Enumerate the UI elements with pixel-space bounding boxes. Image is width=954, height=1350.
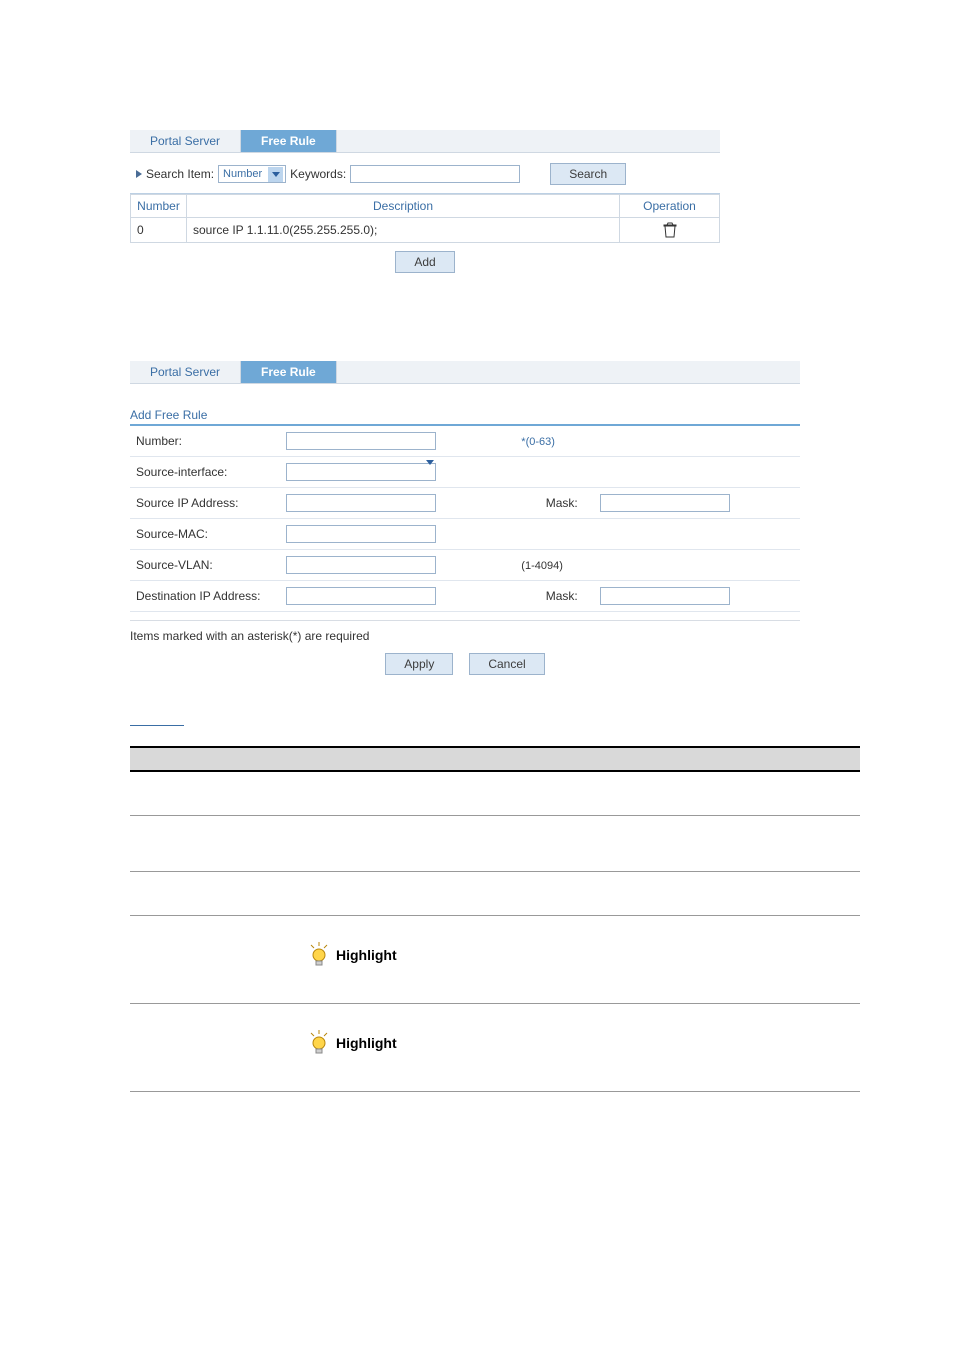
tab-portal-server[interactable]: Portal Server bbox=[130, 361, 241, 383]
description-table: Highlight Highlight bbox=[130, 746, 860, 1092]
button-row: Apply Cancel bbox=[130, 653, 800, 675]
tab-free-rule[interactable]: Free Rule bbox=[241, 361, 337, 383]
table-row bbox=[130, 871, 860, 915]
lightbulb-icon bbox=[308, 942, 330, 968]
source-ip-label: Source IP Address: bbox=[130, 488, 280, 519]
short-rule bbox=[130, 725, 184, 726]
free-rule-list-panel: Portal Server Free Rule Search Item: Num… bbox=[130, 130, 720, 281]
add-free-rule-panel: Portal Server Free Rule Add Free Rule Nu… bbox=[130, 361, 800, 675]
source-interface-label: Source-interface: bbox=[130, 457, 280, 488]
number-label: Number: bbox=[130, 426, 280, 457]
tabs: Portal Server Free Rule bbox=[130, 130, 720, 153]
col-number[interactable]: Number bbox=[131, 195, 187, 218]
cancel-button[interactable]: Cancel bbox=[469, 653, 544, 675]
col-b bbox=[290, 747, 860, 771]
table-header bbox=[130, 747, 860, 771]
destination-ip-mask-input[interactable] bbox=[600, 587, 730, 605]
table-row bbox=[130, 815, 860, 871]
required-note: Items marked with an asterisk(*) are req… bbox=[130, 629, 800, 643]
chevron-down-icon bbox=[426, 465, 434, 479]
source-vlan-label: Source-VLAN: bbox=[130, 550, 280, 581]
source-mac-label: Source-MAC: bbox=[130, 519, 280, 550]
col-description[interactable]: Description bbox=[187, 195, 620, 218]
form-rule bbox=[130, 620, 800, 621]
table-row: Highlight bbox=[130, 915, 860, 1003]
table-header: Number Description Operation bbox=[131, 195, 720, 218]
source-ip-mask-input[interactable] bbox=[600, 494, 730, 512]
chevron-down-icon bbox=[268, 167, 283, 182]
tabs: Portal Server Free Rule bbox=[130, 361, 800, 384]
apply-button[interactable]: Apply bbox=[385, 653, 453, 675]
keywords-input[interactable] bbox=[350, 165, 520, 183]
number-hint: *(0-63) bbox=[521, 436, 555, 448]
destination-ip-label: Destination IP Address: bbox=[130, 581, 280, 612]
search-item-selected: Number bbox=[223, 168, 268, 180]
delete-icon[interactable] bbox=[626, 222, 713, 238]
source-ip-mask-label: Mask: bbox=[546, 496, 578, 510]
free-rule-table: Number Description Operation 0 source IP… bbox=[130, 194, 720, 243]
source-ip-input[interactable] bbox=[286, 494, 436, 512]
source-vlan-input[interactable] bbox=[286, 556, 436, 574]
source-interface-select[interactable] bbox=[286, 463, 436, 481]
number-input[interactable] bbox=[286, 432, 436, 450]
source-mac-input[interactable] bbox=[286, 525, 436, 543]
table-row bbox=[130, 771, 860, 815]
highlight-block: Highlight bbox=[302, 926, 848, 968]
source-vlan-hint: (1-4094) bbox=[521, 560, 563, 572]
lightbulb-icon bbox=[308, 1030, 330, 1056]
cell-number: 0 bbox=[131, 218, 187, 243]
free-rule-form: Number: *(0-63) Source-interface: Source… bbox=[130, 426, 800, 612]
search-bar: Search Item: Number Keywords: Search bbox=[130, 153, 720, 194]
search-item-select[interactable]: Number bbox=[218, 165, 286, 183]
cell-operation bbox=[620, 218, 720, 243]
col-operation[interactable]: Operation bbox=[620, 195, 720, 218]
keywords-label: Keywords: bbox=[290, 167, 346, 181]
add-bar: Add bbox=[130, 243, 720, 281]
add-button[interactable]: Add bbox=[395, 251, 454, 273]
table-row: Highlight bbox=[130, 1003, 860, 1091]
tab-free-rule[interactable]: Free Rule bbox=[241, 130, 337, 152]
expand-icon bbox=[136, 170, 142, 178]
table-row: 0 source IP 1.1.11.0(255.255.255.0); bbox=[131, 218, 720, 243]
tab-portal-server[interactable]: Portal Server bbox=[130, 130, 241, 152]
destination-ip-input[interactable] bbox=[286, 587, 436, 605]
cell-description: source IP 1.1.11.0(255.255.255.0); bbox=[187, 218, 620, 243]
highlight-label: Highlight bbox=[336, 947, 397, 963]
search-button[interactable]: Search bbox=[550, 163, 626, 185]
highlight-block: Highlight bbox=[302, 1014, 848, 1056]
destination-ip-mask-label: Mask: bbox=[546, 589, 578, 603]
highlight-label: Highlight bbox=[336, 1035, 397, 1051]
section-title: Add Free Rule bbox=[130, 408, 800, 422]
col-a bbox=[130, 747, 290, 771]
search-item-label: Search Item: bbox=[146, 167, 214, 181]
